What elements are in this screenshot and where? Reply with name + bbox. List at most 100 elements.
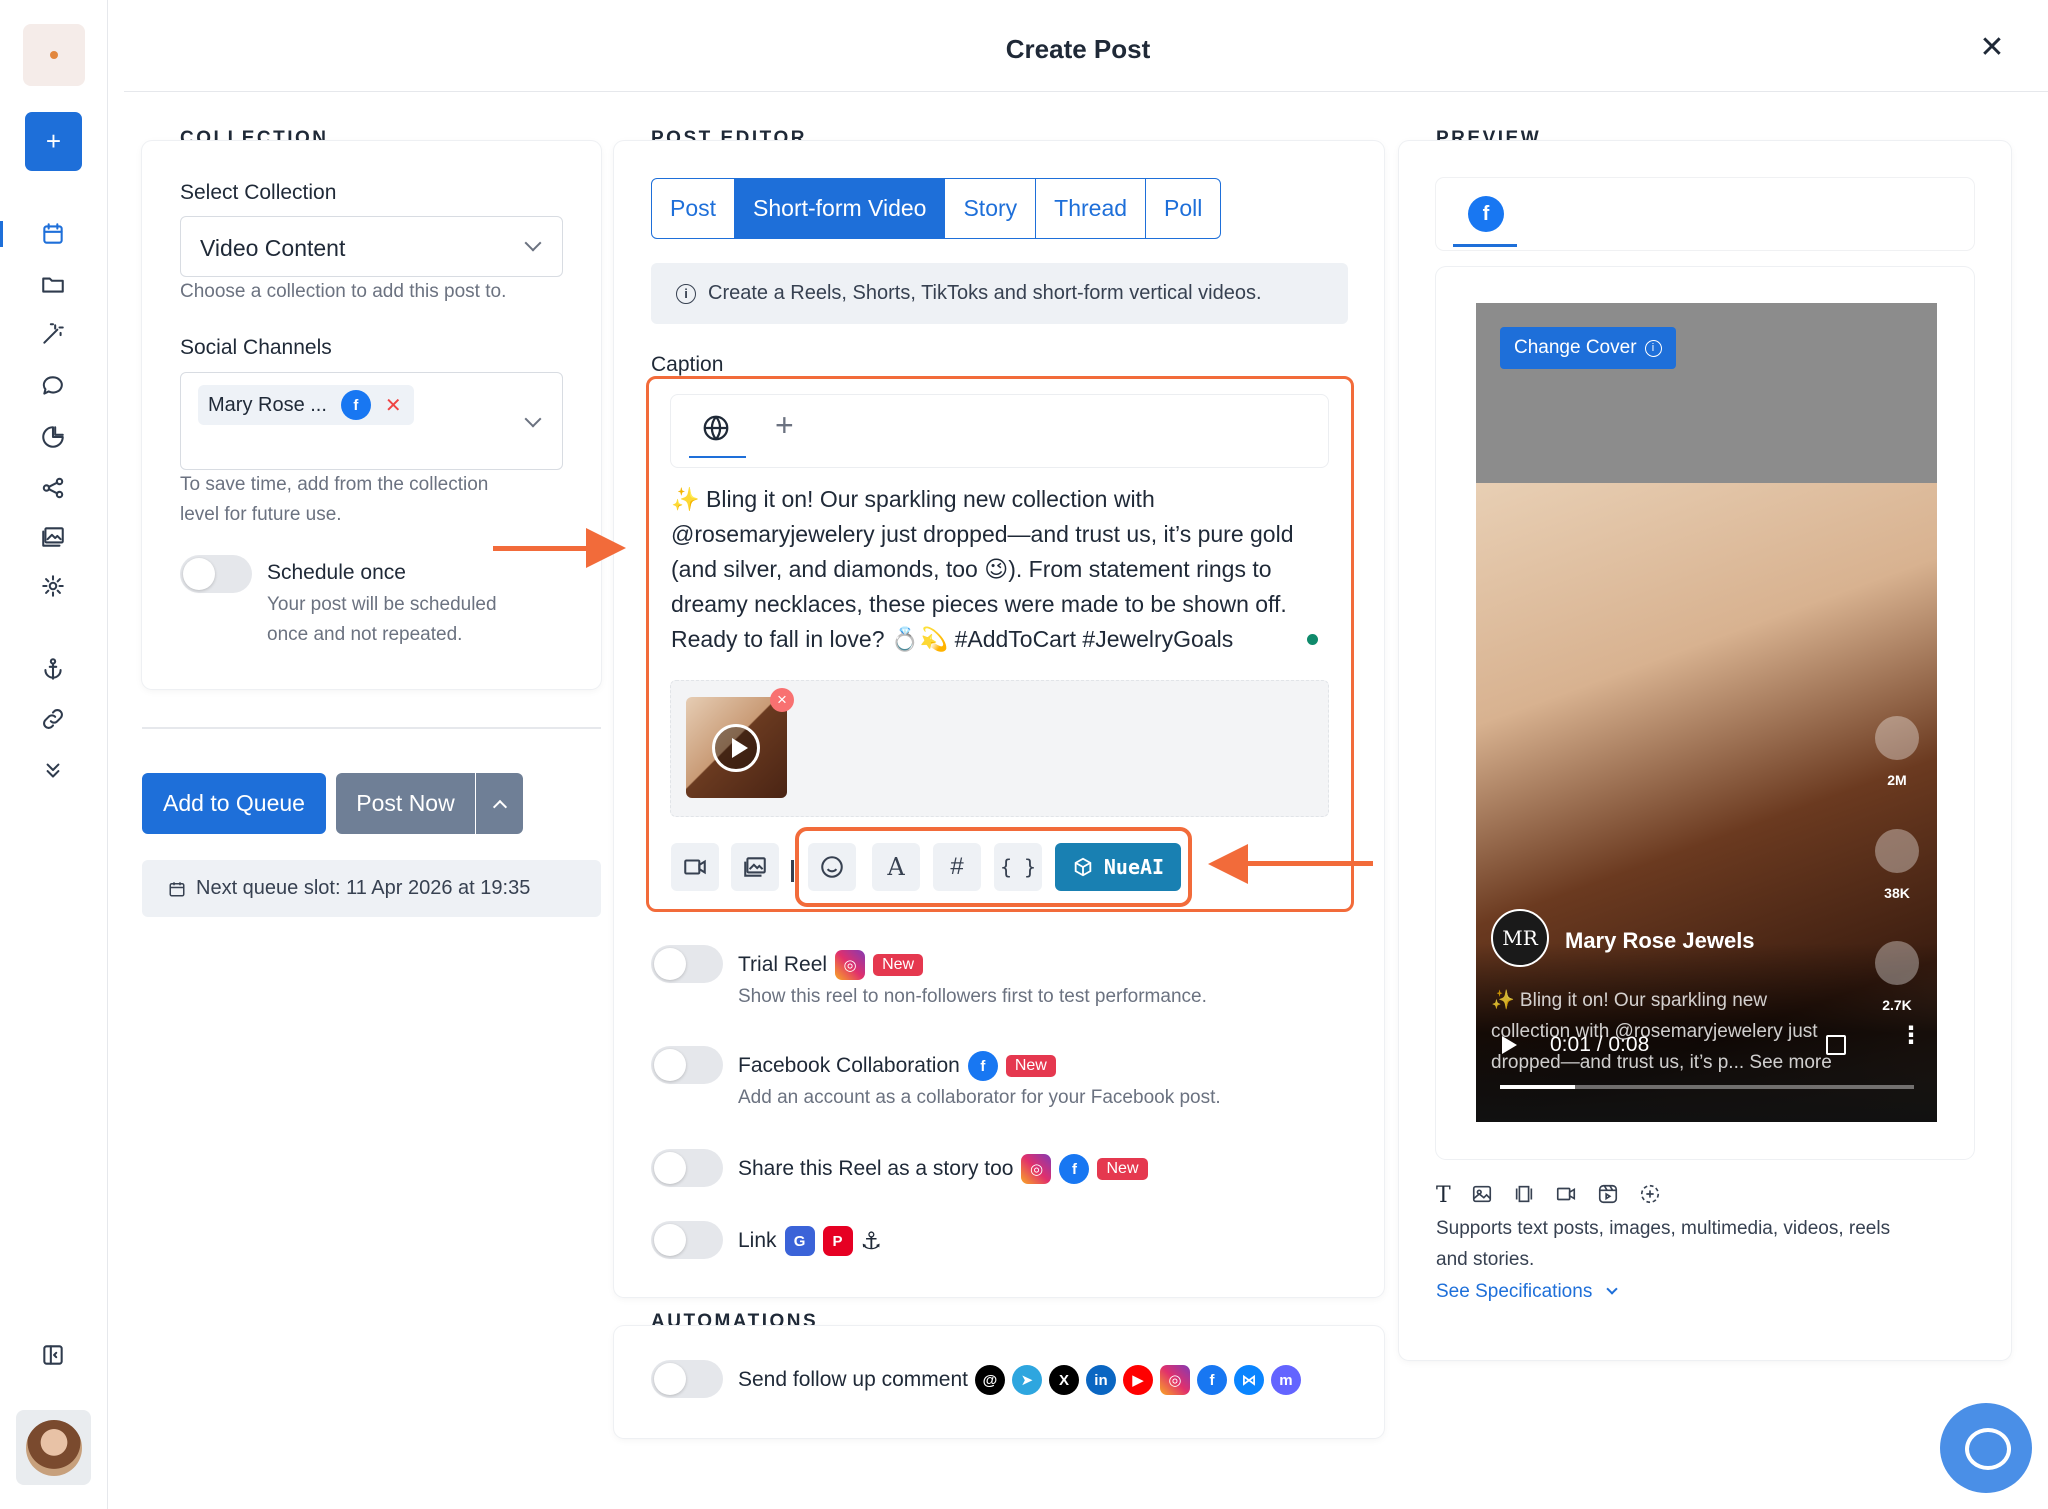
gallery-icon[interactable] (731, 843, 779, 891)
channels-help-1: To save time, add from the collection (180, 474, 489, 495)
annotation-arrow-shaft (493, 546, 588, 551)
account-name: Mary Rose Jewels (1565, 928, 1755, 953)
bluesky-icon: ⋈ (1233, 1365, 1264, 1395)
video-icon[interactable] (671, 843, 719, 891)
change-cover-label: Change Cover (1514, 337, 1637, 358)
post-now-menu-button[interactable] (476, 773, 523, 834)
caption-line: @rosemaryjewelery just dropped—and trust… (671, 521, 1294, 547)
likes-count: 2M (1887, 772, 1907, 788)
folder-icon[interactable] (38, 269, 68, 299)
fullscreen-icon[interactable] (1826, 1035, 1846, 1055)
link-icon[interactable] (38, 704, 68, 734)
chevron-down-icon (1605, 1283, 1618, 1295)
follow-up-row: Send follow up comment @ ➤ X in ▶ ◎ f ⋈ … (738, 1365, 1301, 1395)
remove-channel-icon[interactable]: ✕ (385, 393, 402, 418)
schedule-once-label: Schedule once (267, 561, 406, 584)
info-text: Create a Reels, Shorts, TikToks and shor… (708, 282, 1262, 304)
brand-logo[interactable] (23, 24, 85, 86)
calendar-icon (169, 881, 185, 896)
facebook-icon: f (967, 1051, 998, 1081)
double-chevron-down-icon[interactable] (38, 755, 68, 785)
facebook-icon[interactable]: f (1468, 196, 1504, 232)
trial-reel-toggle[interactable] (651, 945, 723, 983)
more-options-icon[interactable]: ⋮ (1899, 1024, 1923, 1048)
tab-poll[interactable]: Poll (1146, 179, 1220, 238)
supports-text-2: and stories. (1436, 1249, 1535, 1270)
globe-icon[interactable] (701, 413, 731, 443)
add-language-icon[interactable]: + (775, 407, 794, 444)
emoji-icon[interactable] (808, 843, 856, 891)
anchor-icon: ⚓ (860, 1227, 883, 1255)
tab-thread[interactable]: Thread (1036, 179, 1147, 238)
remove-media-icon[interactable]: × (770, 688, 794, 712)
play-icon[interactable] (1502, 1036, 1517, 1054)
facebook-icon: f (1059, 1154, 1090, 1184)
instagram-icon: ◎ (835, 950, 866, 980)
preview-caption: ✨ Bling it on! Our sparkling new collect… (1491, 985, 1881, 1078)
active-network-underline (1453, 244, 1517, 247)
link-toggle[interactable] (651, 1221, 723, 1259)
facebook-collaboration-toggle[interactable] (651, 1046, 723, 1084)
collection-select[interactable]: Video Content (180, 216, 563, 277)
media-library-icon[interactable] (38, 522, 68, 552)
google-business-icon: G (784, 1226, 815, 1256)
change-cover-button[interactable]: Change Cover i (1500, 327, 1676, 369)
tab-post[interactable]: Post (652, 179, 736, 238)
anchor-icon[interactable] (38, 654, 68, 684)
help-chat-button[interactable] (1940, 1403, 2032, 1493)
tab-short-form-video[interactable]: Short-form Video (735, 179, 946, 238)
tab-story[interactable]: Story (945, 179, 1037, 238)
share-story-label: Share this Reel as a story too (738, 1157, 1014, 1180)
text-type-icon: T (1436, 1183, 1451, 1208)
video-progress[interactable] (1500, 1085, 1914, 1089)
reel-preview: Change Cover i 2M 38K 2.7K MR Mary Rose … (1476, 303, 1937, 1122)
sidebar-toggle-icon[interactable] (38, 1340, 68, 1370)
user-avatar[interactable] (16, 1410, 91, 1485)
post-now-button[interactable]: Post Now (336, 773, 475, 834)
share-icon[interactable] (38, 473, 68, 503)
video-progress-fill (1500, 1085, 1575, 1089)
hashtag-icon[interactable]: # (933, 843, 981, 891)
pinterest-icon: P (822, 1226, 853, 1256)
preview-network-tabs: f (1436, 178, 1974, 250)
telegram-icon: ➤ (1011, 1365, 1042, 1395)
select-collection-label: Select Collection (180, 181, 337, 204)
chat-icon[interactable] (38, 371, 68, 401)
magic-wand-icon[interactable] (38, 319, 68, 349)
close-icon[interactable]: ✕ (1978, 33, 2006, 63)
instagram-icon: ◎ (1159, 1365, 1190, 1395)
channels-help-2: level for future use. (180, 504, 342, 525)
caption-text[interactable]: ✨ Bling it on! Our sparkling new collect… (671, 482, 1331, 657)
comment-button[interactable] (1875, 829, 1919, 873)
nueai-button[interactable]: NueAI (1055, 843, 1181, 891)
post-type-tabs: Post Short-form Video Story Thread Poll (651, 178, 1222, 239)
social-channels-select[interactable]: Mary Rose ... f ✕ (180, 372, 563, 470)
schedule-help-2: once and not repeated. (267, 624, 463, 645)
trial-reel-label: Trial Reel (738, 953, 828, 976)
pie-chart-icon[interactable] (38, 422, 68, 452)
facebook-icon: f (340, 390, 371, 420)
calendar-icon[interactable] (38, 219, 68, 249)
channel-chip[interactable]: Mary Rose ... f ✕ (198, 385, 414, 425)
schedule-once-toggle[interactable] (180, 555, 252, 593)
font-icon[interactable]: A (872, 843, 920, 891)
see-specifications-link[interactable]: See Specifications (1436, 1277, 1618, 1307)
active-indicator (0, 221, 3, 247)
braces-icon[interactable]: { } (994, 843, 1042, 891)
settings-icon[interactable] (38, 571, 68, 601)
follow-up-toggle[interactable] (651, 1360, 723, 1398)
page-title: Create Post (1005, 34, 1151, 64)
caption-line: Ready to fall in love? 💍💫 #AddToCart #Je… (671, 626, 1234, 652)
like-button[interactable] (1875, 716, 1919, 760)
video-thumbnail[interactable] (686, 697, 787, 798)
share-story-toggle[interactable] (651, 1149, 723, 1187)
modal-header: Create Post ✕ (108, 0, 2048, 92)
share-button[interactable] (1875, 941, 1919, 985)
facebook-collaboration-label: Facebook Collaboration (738, 1054, 960, 1077)
add-to-queue-button[interactable]: Add to Queue (142, 773, 326, 834)
create-button[interactable]: + (25, 112, 82, 171)
chevron-down-icon (524, 410, 542, 428)
new-badge: New (1005, 1055, 1056, 1077)
header-divider (124, 91, 2048, 92)
collection-help: Choose a collection to add this post to. (180, 281, 507, 302)
